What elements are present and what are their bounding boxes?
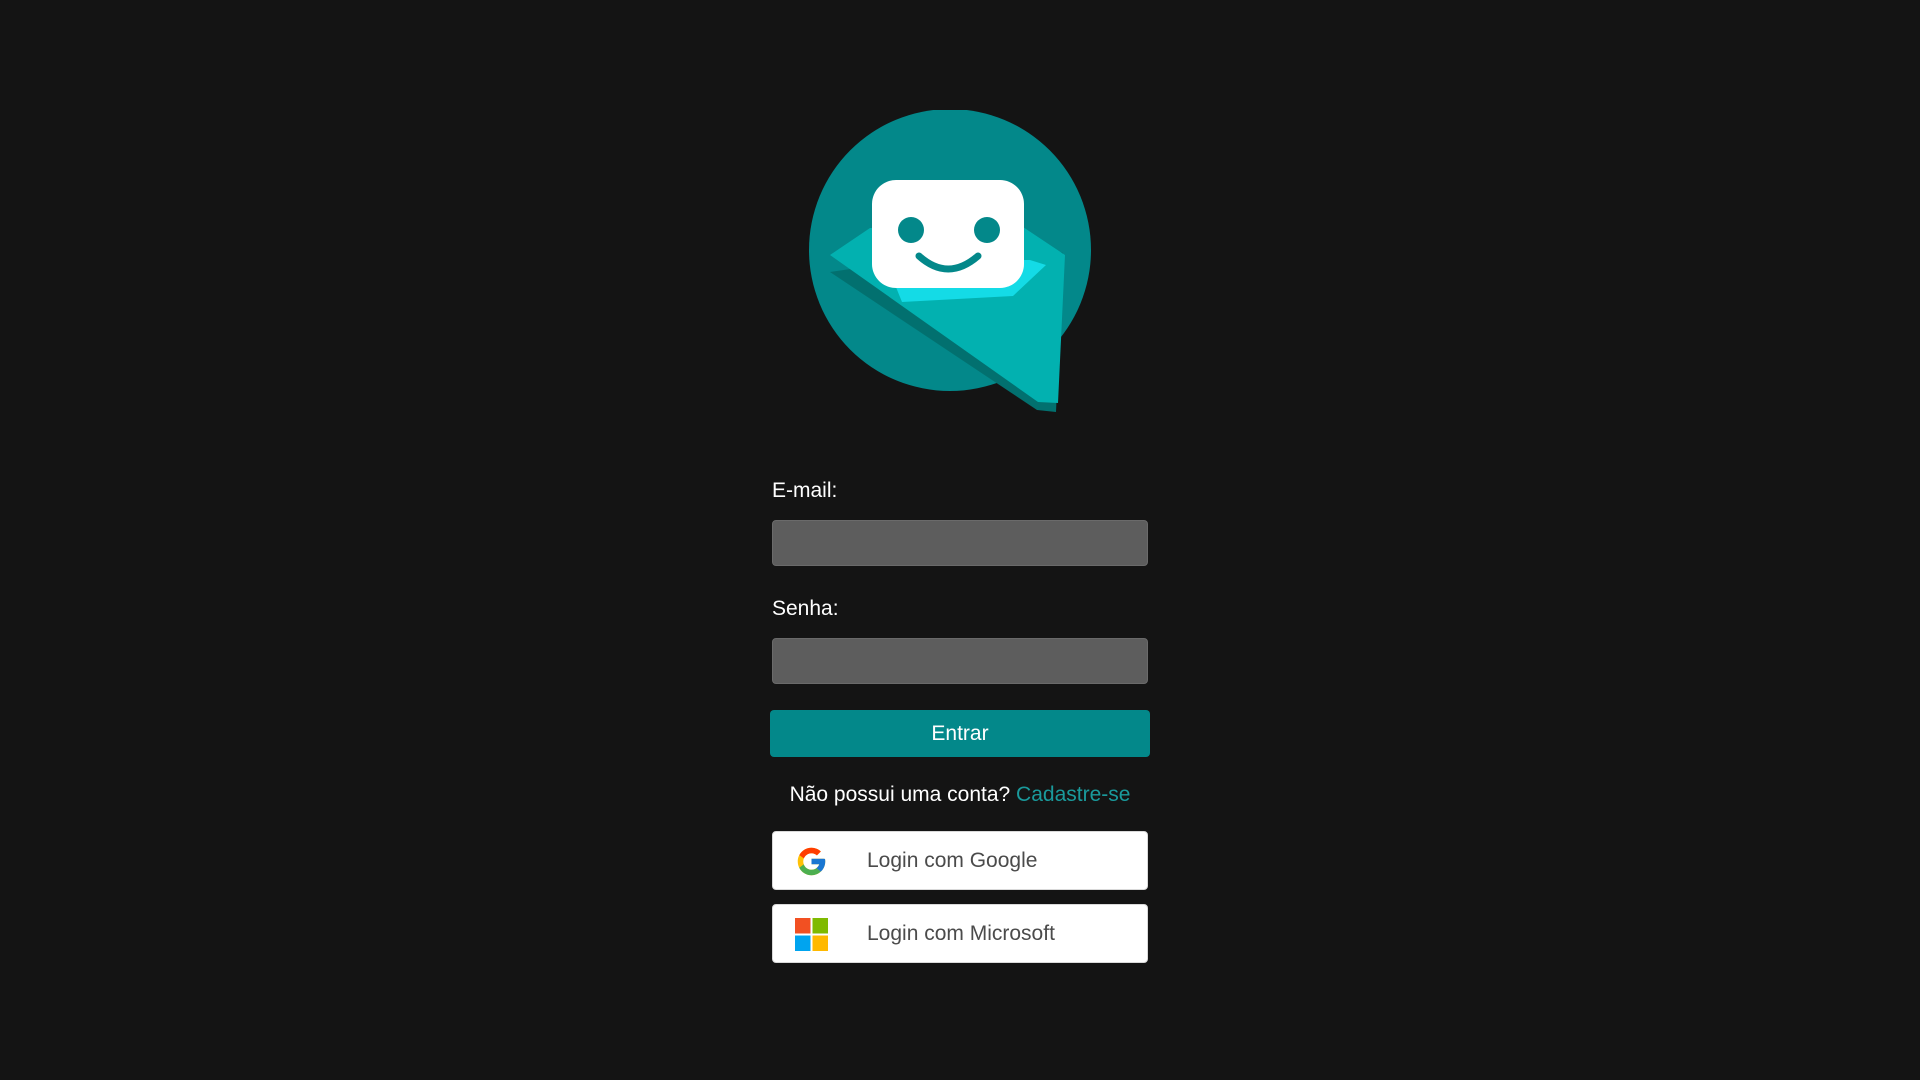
microsoft-logo-icon <box>795 918 828 951</box>
password-label: Senha: <box>772 597 839 620</box>
email-label: E-mail: <box>772 479 838 502</box>
signup-row: Não possui uma conta? Cadastre-se <box>770 781 1150 809</box>
login-form: E-mail: Senha: Entrar Não possui uma con… <box>770 476 1150 963</box>
microsoft-login-button[interactable]: Login com Microsoft <box>772 904 1148 963</box>
robot-chat-logo-icon <box>809 110 1091 412</box>
microsoft-login-label: Login com Microsoft <box>867 922 1055 945</box>
signup-link[interactable]: Cadastre-se <box>1016 783 1130 806</box>
google-login-label: Login com Google <box>867 849 1038 872</box>
google-login-button[interactable]: Login com Google <box>772 831 1148 890</box>
password-input[interactable] <box>772 638 1148 684</box>
login-page: E-mail: Senha: Entrar Não possui uma con… <box>0 0 1920 1080</box>
email-input[interactable] <box>772 520 1148 566</box>
signup-prompt: Não possui uma conta? <box>789 783 1011 806</box>
google-g-icon <box>797 847 826 876</box>
login-button[interactable]: Entrar <box>770 710 1150 757</box>
